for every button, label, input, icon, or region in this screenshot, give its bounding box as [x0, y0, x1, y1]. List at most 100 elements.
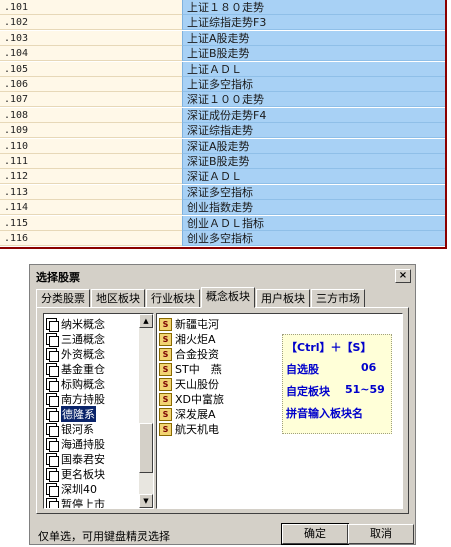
- table-row[interactable]: .116 创业多空指标: [0, 231, 445, 246]
- command-code: .114: [0, 200, 182, 216]
- list-item[interactable]: 德隆系: [46, 406, 96, 422]
- command-description: 上证多空指标: [182, 77, 445, 92]
- list-item[interactable]: 国泰君安: [46, 451, 105, 467]
- command-description: 上证综指走势F3: [182, 15, 445, 31]
- stock-name: 航天机电: [175, 423, 219, 436]
- stock-icon: S: [159, 422, 172, 436]
- table-row[interactable]: .115 创业ＡＤＬ指标: [0, 215, 445, 231]
- list-item[interactable]: S 天山股份: [159, 376, 219, 392]
- list-item[interactable]: S 合金投资: [159, 346, 219, 362]
- command-code: .115: [0, 215, 182, 231]
- stock-icon: S: [159, 392, 172, 406]
- list-item-label: 德隆系: [61, 406, 96, 422]
- close-button[interactable]: ×: [395, 269, 411, 283]
- pages-icon: [46, 452, 59, 467]
- table-row[interactable]: .113 深证多空指标: [0, 184, 445, 200]
- table-row[interactable]: .106 上证多空指标: [0, 77, 445, 92]
- list-item[interactable]: 暂停上市: [46, 496, 105, 508]
- hint-pinyin: 拼音输入板块名: [286, 407, 363, 420]
- tab-3[interactable]: 概念板块: [201, 287, 255, 308]
- stock-name: XD中富旅: [175, 393, 225, 406]
- stock-icon: S: [159, 362, 172, 376]
- command-description: 创业ＡＤＬ指标: [182, 215, 445, 231]
- scroll-thumb[interactable]: [139, 423, 153, 473]
- scroll-down-button[interactable]: ▼: [139, 494, 153, 508]
- tab-1[interactable]: 地区板块: [91, 289, 145, 308]
- table-row[interactable]: .103 上证A股走势: [0, 30, 445, 46]
- stock-name: 合金投资: [175, 348, 219, 361]
- list-item[interactable]: S ST中 燕: [159, 361, 222, 377]
- list-item[interactable]: 更名板块: [46, 466, 105, 482]
- command-description: 创业多空指标: [182, 231, 445, 246]
- ok-button[interactable]: 确定: [281, 523, 349, 545]
- command-code: .102: [0, 15, 182, 31]
- hint-custom-label: 自定板块: [286, 385, 330, 398]
- table-row[interactable]: .101 上证１８０走势: [0, 0, 445, 15]
- stock-name: 新疆屯河: [175, 318, 219, 331]
- table-row[interactable]: .108 深证成份走势F4: [0, 107, 445, 123]
- table-row[interactable]: .107 深证１００走势: [0, 92, 445, 108]
- table-row[interactable]: .112 深证ＡＤＬ: [0, 169, 445, 185]
- select-stock-dialog: 选择股票 × 分类股票 地区板块 行业板块 概念板块 用户板块 三方市场 纳米概念 三通概念…: [29, 264, 416, 545]
- tab-panel: 纳米概念 三通概念外资概念 基金重仓 标购概念 南方持股 德隆系 银河系 海通持股 国泰君安 更名…: [36, 307, 409, 514]
- tab-strip: 分类股票 地区板块 行业板块 概念板块 用户板块 三方市场: [36, 287, 366, 308]
- command-code: .109: [0, 123, 182, 139]
- pages-icon: [46, 407, 59, 422]
- pages-icon: [46, 362, 59, 377]
- scroll-up-button[interactable]: ▲: [139, 314, 153, 328]
- command-description: 上证A股走势: [182, 30, 445, 46]
- list-item[interactable]: 外资概念: [46, 346, 105, 362]
- table-row[interactable]: .109 深证综指走势: [0, 123, 445, 139]
- table-row[interactable]: .104 上证B股走势: [0, 46, 445, 62]
- tab-5[interactable]: 三方市场: [311, 289, 365, 308]
- tab-4[interactable]: 用户板块: [256, 289, 310, 308]
- pages-icon: [46, 497, 59, 508]
- list-item-label: 国泰君安: [61, 453, 105, 466]
- table-row[interactable]: .102 上证综指走势F3: [0, 15, 445, 31]
- list-item[interactable]: S 航天机电: [159, 421, 219, 437]
- list-item-label: 外资概念: [61, 348, 105, 361]
- stock-icon: S: [159, 347, 172, 361]
- list-item[interactable]: 纳米概念: [46, 316, 105, 332]
- list-item-label: 三通概念: [61, 333, 105, 346]
- table-row[interactable]: .110 深证A股走势: [0, 138, 445, 154]
- list-item[interactable]: 标购概念: [46, 376, 105, 392]
- list-item[interactable]: 南方持股: [46, 391, 105, 407]
- pages-icon: [46, 437, 59, 452]
- command-description: 深证ＡＤＬ: [182, 169, 445, 185]
- list-item[interactable]: S XD中富旅: [159, 391, 224, 407]
- hint-shortcut: 【Ctrl】＋【S】: [286, 341, 372, 354]
- pages-icon: [46, 392, 59, 407]
- list-item[interactable]: 三通概念: [46, 331, 105, 347]
- list-item[interactable]: 海通持股: [46, 436, 105, 452]
- hint-favorites-label: 自选股: [286, 363, 319, 376]
- tab-0[interactable]: 分类股票: [36, 289, 90, 308]
- stock-name: 湘火炬A: [175, 333, 216, 346]
- command-description: 上证B股走势: [182, 46, 445, 62]
- command-description: 深证A股走势: [182, 138, 445, 154]
- list-item[interactable]: 银河系: [46, 421, 94, 437]
- title-bar[interactable]: 选择股票 ×: [32, 267, 413, 285]
- vertical-scrollbar[interactable]: ▲ ▼: [139, 314, 153, 508]
- tab-2[interactable]: 行业板块: [146, 289, 200, 308]
- command-code: .101: [0, 0, 182, 15]
- table-row[interactable]: .105 上证ＡＤＬ: [0, 61, 445, 77]
- command-description: 上证ＡＤＬ: [182, 61, 445, 77]
- stock-icon: S: [159, 407, 172, 421]
- table-row[interactable]: .111 深证B股走势: [0, 154, 445, 169]
- list-item[interactable]: S 新疆屯河: [159, 316, 219, 332]
- stock-list[interactable]: S 新疆屯河 S 湘火炬A S 合金投资 S ST中 燕 S 天山股份 S XD中富旅 S 深发展A S 航天…: [156, 313, 403, 509]
- list-item[interactable]: S 深发展A: [159, 406, 216, 422]
- table-row[interactable]: .114 创业指数走势: [0, 200, 445, 216]
- list-item[interactable]: 深圳40: [46, 481, 97, 497]
- list-item[interactable]: S 湘火炬A: [159, 331, 216, 347]
- cancel-button[interactable]: 取消: [348, 524, 414, 544]
- command-code: .111: [0, 154, 182, 169]
- hint-box: 【Ctrl】＋【S】 自选股 06 自定板块 51~59 拼音输入板块名: [282, 334, 392, 434]
- command-description: 深证成份走势F4: [182, 107, 445, 123]
- list-item-label: 银河系: [61, 423, 94, 436]
- pages-icon: [46, 422, 59, 437]
- command-code: .105: [0, 61, 182, 77]
- concept-list[interactable]: 纳米概念 三通概念外资概念 基金重仓 标购概念 南方持股 德隆系 银河系 海通持股 国泰君安 更名…: [43, 313, 154, 509]
- list-item[interactable]: 基金重仓: [46, 361, 105, 377]
